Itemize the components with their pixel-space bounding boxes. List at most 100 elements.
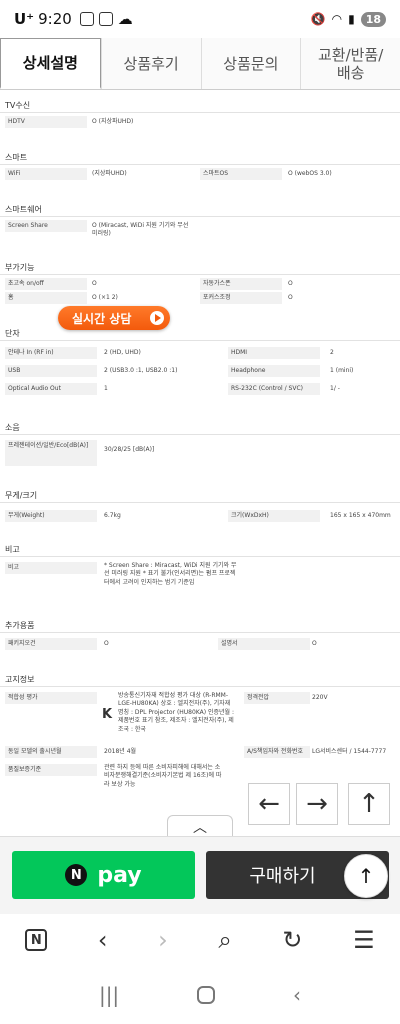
refresh-icon[interactable]: ↻ [282,926,302,954]
spec-value: (지상파UHD) [92,170,127,177]
play-icon [150,311,164,325]
status-bar: U⁺ 9:20 ☁ 🔇 ◠ ▮ 18 [0,0,400,38]
spec-label: 포커스조정 [200,292,282,305]
divider [0,164,400,165]
spec-label: 홈 [5,292,87,305]
section-title-note: 비고 [5,545,20,554]
spec-label: A/S책임자와 전화번호 [244,746,310,759]
expand-bar-toggle[interactable]: ︿ [167,815,233,837]
section-title-ports: 단자 [5,329,20,338]
spec-value: 2 (HD, UHD) [104,349,141,356]
spec-value: 6.7kg [104,512,121,519]
kc-mark-icon: K [102,707,113,722]
section-title-size: 무게/크기 [5,491,38,500]
spec-label: Headphone [228,365,320,378]
section-title-extra: 부가기능 [5,263,35,272]
spec-value: 2 [330,349,334,356]
spec-label: HDTV [5,116,87,129]
wifi-icon: ◠ [331,12,343,26]
tab-detail[interactable]: 상세설명 [0,38,101,89]
spec-value: O (×1 2) [92,294,118,301]
arrow-left-icon: ← [258,789,280,819]
prev-arrow-button[interactable]: ← [248,783,290,825]
spec-label: 품질보증기준 [5,764,97,777]
tab-qna[interactable]: 상품문의 [200,38,301,89]
clock: 9:20 [38,10,72,28]
arrow-up-icon: ↑ [358,789,380,819]
spec-value: O (지상파UHD) [92,118,134,125]
arrow-up-icon: ↑ [357,864,375,888]
spec-label: Optical Audio Out [5,383,97,396]
spec-label: Screen Share [5,220,87,233]
section-title-noise: 소음 [5,423,20,432]
spec-label: 안테나 In (RF in) [5,347,97,360]
spec-label: 정격전압 [244,692,310,705]
spec-label: 무게(Weight) [5,510,97,523]
search-icon[interactable]: ⌕ [218,926,231,954]
scroll-up-button[interactable]: ↑ [344,854,388,898]
spec-value: O (webOS 3.0) [288,170,332,177]
tab-exchange[interactable]: 교환/반품/ 배송 [300,38,400,89]
npay-button[interactable]: N pay [12,851,195,899]
naver-home-icon[interactable]: N [25,929,48,951]
live-consult-button[interactable]: 실시간 상담 [58,306,170,330]
screenshot-icon [79,12,94,26]
section-title-tv: TV수신 [5,101,31,110]
divider [0,632,400,633]
spec-value: LG서비스센터 / 1544-7777 [312,748,387,755]
next-arrow-button[interactable]: → [296,783,338,825]
iot-icon [98,12,113,26]
live-consult-label: 실시간 상담 [72,311,132,326]
system-icons: 🔇 ◠ ▮ 18 [310,11,386,27]
section-title-notice: 고지정보 [5,675,35,684]
section-title-addon: 추가용품 [5,621,35,630]
carrier-label: U⁺ [14,10,35,28]
spec-label: 크기(WxDxH) [228,510,320,523]
spec-value: O [312,640,317,647]
tab-reviews[interactable]: 상품후기 [100,38,201,89]
spec-value: O [288,280,293,287]
system-nav-bar: ||| ‹ [0,966,400,1024]
spec-label: USB [5,365,97,378]
spec-value: O [104,640,109,647]
spec-value: * Screen Share : Miracast, WiDi 지원 기기와 무… [104,562,237,586]
spec-label: HDMI [228,347,320,360]
spec-value: O (Miracast, WiDi 지원 기기와 무선 미러링) [92,222,189,238]
spec-value: 2 (USB3.0 :1, USB2.0 :1) [104,367,178,374]
spec-value: O [288,294,293,301]
forward-icon[interactable]: › [158,926,168,954]
spec-label: RS-232C (Control / SVC) [228,383,320,396]
back-icon[interactable]: ‹ [98,926,108,954]
spec-label: 프레젠테이션/일반/Eco[dB(A)] [5,440,97,466]
divider [0,556,400,557]
battery-icon: 18 [360,11,386,27]
spec-value: 관련 하지 등에 따른 소비자피해에 대해서는 소비자분쟁해결기준(소비자기본법… [104,764,222,788]
spec-label: 적합성 평가 [5,692,97,705]
menu-icon[interactable]: ☰ [353,926,375,954]
divider [0,112,400,113]
spec-label: 비고 [5,562,97,575]
spec-value: O [92,280,97,287]
spec-value: 1/ - [330,385,340,392]
home-icon[interactable] [197,986,216,1004]
notification-icons: ☁ [79,10,133,28]
spec-value: 1 [104,385,108,392]
scroll-top-arrow-button[interactable]: ↑ [348,783,390,825]
cloud-icon: ☁ [117,10,133,28]
section-title-share: 스마트쉐어 [5,205,42,214]
mute-icon: 🔇 [310,12,326,26]
product-tabs: 상세설명 상품후기 상품문의 교환/반품/ 배송 [0,38,400,90]
back-nav-icon[interactable]: ‹ [293,983,301,1007]
chevron-up-icon: ︿ [193,819,207,836]
spec-value: 1 (mini) [330,367,354,374]
recent-apps-icon[interactable]: ||| [99,983,119,1007]
spec-table: TV수신 HDTV O (지상파UHD) 스마트 WiFi (지상파UHD) 스… [0,90,400,835]
spec-label: WiFi [5,168,87,181]
spec-value: 165 x 165 x 470mm [330,512,391,519]
spec-value: 30/28/25 [dB(A)] [104,446,155,453]
spec-label: 초고속 on/off [5,278,87,291]
npay-logo-icon: N [65,864,88,886]
divider [0,502,400,503]
divider [0,434,400,435]
signal-icon: ▮ [348,12,355,26]
